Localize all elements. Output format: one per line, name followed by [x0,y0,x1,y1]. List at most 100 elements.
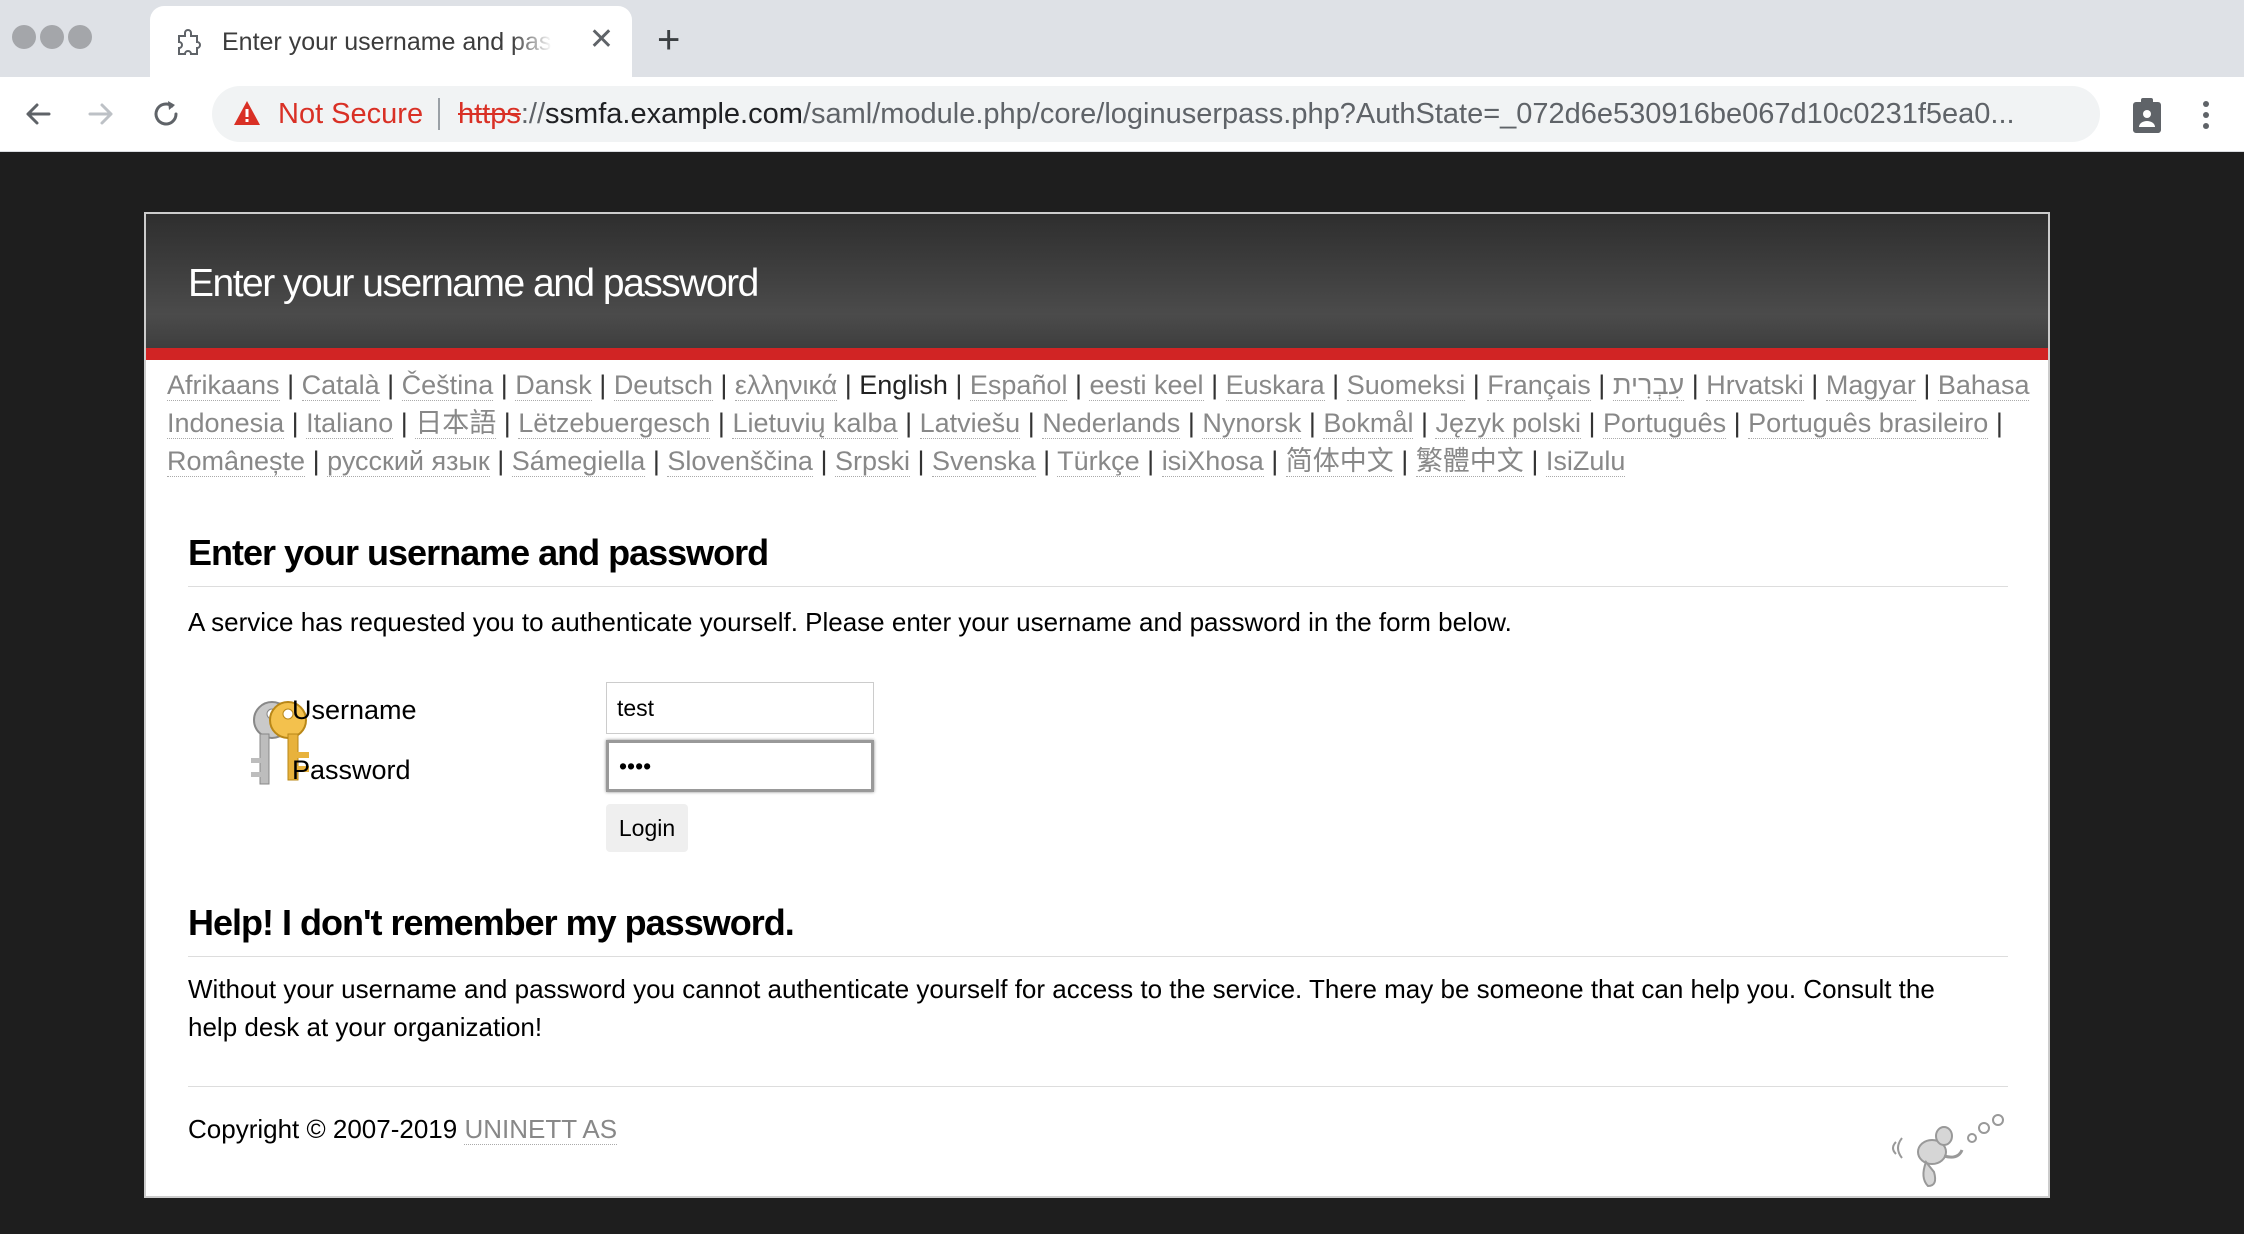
language-link[interactable]: Dansk [515,370,592,401]
language-link[interactable]: Slovenščina [667,446,813,477]
language-separator: | [1324,370,1347,400]
tab-strip: Enter your username and password ✕ + [0,0,2244,77]
language-link[interactable]: русский язык [327,446,490,477]
language-separator: | [1988,408,2003,438]
language-separator: | [1590,370,1613,400]
close-window-button[interactable] [12,25,36,49]
copyright: Copyright © 2007-2019 UNINETT AS [188,1114,618,1145]
browser-tab[interactable]: Enter your username and password ✕ [150,6,632,77]
language-separator: | [1684,370,1707,400]
help-text: Without your username and password you c… [188,974,1935,1042]
language-separator: | [837,370,860,400]
language-link[interactable]: Français [1487,370,1591,401]
language-separator: | [1413,408,1436,438]
language-link[interactable]: Svenska [932,446,1036,477]
password-label: Password [292,755,411,785]
language-link[interactable]: Lëtzebuergesch [518,408,711,439]
language-link[interactable]: 简体中文 [1285,446,1394,477]
url-text[interactable]: https://ssmfa.example.com/saml/module.ph… [458,98,2078,131]
browser-menu-icon[interactable] [2200,99,2212,131]
header-banner: Enter your username and password [146,214,2048,360]
language-link[interactable]: Türkçe [1057,446,1140,477]
uninett-link[interactable]: UNINETT AS [464,1114,618,1145]
language-link[interactable]: Srpski [834,446,910,477]
language-link[interactable]: Español [969,370,1068,401]
language-separator: | [1263,446,1286,476]
username-input[interactable] [606,682,874,734]
language-link[interactable]: Latviešu [919,408,1021,439]
language-separator: | [379,370,402,400]
url-host: ssmfa.example.com [545,98,803,130]
language-separator: | [812,446,835,476]
language-separator: | [1203,370,1226,400]
language-separator: | [1035,446,1058,476]
simplesamlphp-logo [1892,1114,2004,1188]
maximize-window-button[interactable] [68,25,92,49]
forward-arrow-icon[interactable] [82,95,120,133]
language-separator: | [1067,370,1090,400]
language-link[interactable]: Suomeksi [1346,370,1466,401]
language-separator: | [1180,408,1203,438]
language-link[interactable]: Afrikaans [167,370,280,401]
copyright-text: Copyright © 2007-2019 [188,1114,465,1144]
language-link[interactable]: Magyar [1825,370,1916,401]
new-tab-button[interactable]: + [657,20,680,60]
language-link[interactable]: Português brasileiro [1748,408,1989,439]
reload-icon[interactable] [147,95,185,133]
address-bar[interactable]: Not Secure https://ssmfa.example.com/sam… [212,86,2100,142]
banner-title: Enter your username and password [188,262,759,305]
password-input[interactable] [606,740,874,792]
language-link[interactable]: Românește [167,446,306,477]
language-separator: | [1393,446,1416,476]
language-link[interactable]: Português [1603,408,1727,439]
language-separator: | [305,446,328,476]
back-arrow-icon[interactable] [19,95,57,133]
language-separator: | [489,446,512,476]
language-link[interactable]: Italiano [306,408,394,439]
language-link[interactable]: Català [301,370,380,401]
language-separator: | [279,370,302,400]
language-link[interactable]: 繁體中文 [1415,446,1524,477]
language-separator: | [1915,370,1938,400]
language-separator: | [712,370,735,400]
language-link[interactable]: Lietuvių kalba [732,408,898,439]
language-link[interactable]: Nynorsk [1202,408,1302,439]
clipboard-extension-icon[interactable] [2130,97,2164,135]
language-link[interactable]: isiXhosa [1161,446,1264,477]
language-separator: | [1803,370,1826,400]
language-separator: | [645,446,668,476]
language-separator: | [493,370,516,400]
language-link[interactable]: Nederlands [1042,408,1181,439]
language-separator: | [496,408,519,438]
username-label: Username [292,695,417,725]
language-link[interactable]: Deutsch [613,370,713,401]
login-heading: Enter your username and password [188,532,2008,587]
login-page: Enter your username and password Afrikaa… [144,212,2050,1198]
warning-icon [234,101,260,125]
language-link[interactable]: IsiZulu [1545,446,1626,477]
language-link[interactable]: 日本語 [415,408,497,439]
language-link[interactable]: Euskara [1225,370,1325,401]
language-link[interactable]: Sámegiella [511,446,646,477]
language-separator: | [897,408,920,438]
language-link[interactable]: eesti keel [1089,370,1204,401]
language-separator: | [947,370,970,400]
language-separator: | [1465,370,1488,400]
help-heading: Help! I don't remember my password. [188,902,2008,957]
tab-close-icon[interactable]: ✕ [589,25,614,55]
language-separator: | [1020,408,1043,438]
not-secure-label[interactable]: Not Secure [278,98,423,131]
language-link[interactable]: Hrvatski [1706,370,1804,401]
language-link[interactable]: Čeština [401,370,494,401]
language-separator: | [1139,446,1162,476]
language-link[interactable]: Język polski [1435,408,1582,439]
language-link[interactable]: ελληνικά [734,370,838,401]
url-scheme-separator: :// [520,98,546,130]
login-button[interactable]: Login [606,804,688,852]
language-link[interactable]: עִבְרִית [1612,370,1685,401]
footer-divider [188,1086,2008,1087]
puzzle-favicon-icon [178,29,201,55]
language-link[interactable]: Bokmål [1323,408,1414,439]
minimize-window-button[interactable] [40,25,64,49]
language-bar: Afrikaans | Català | Čeština | Dansk | D… [167,366,2047,480]
